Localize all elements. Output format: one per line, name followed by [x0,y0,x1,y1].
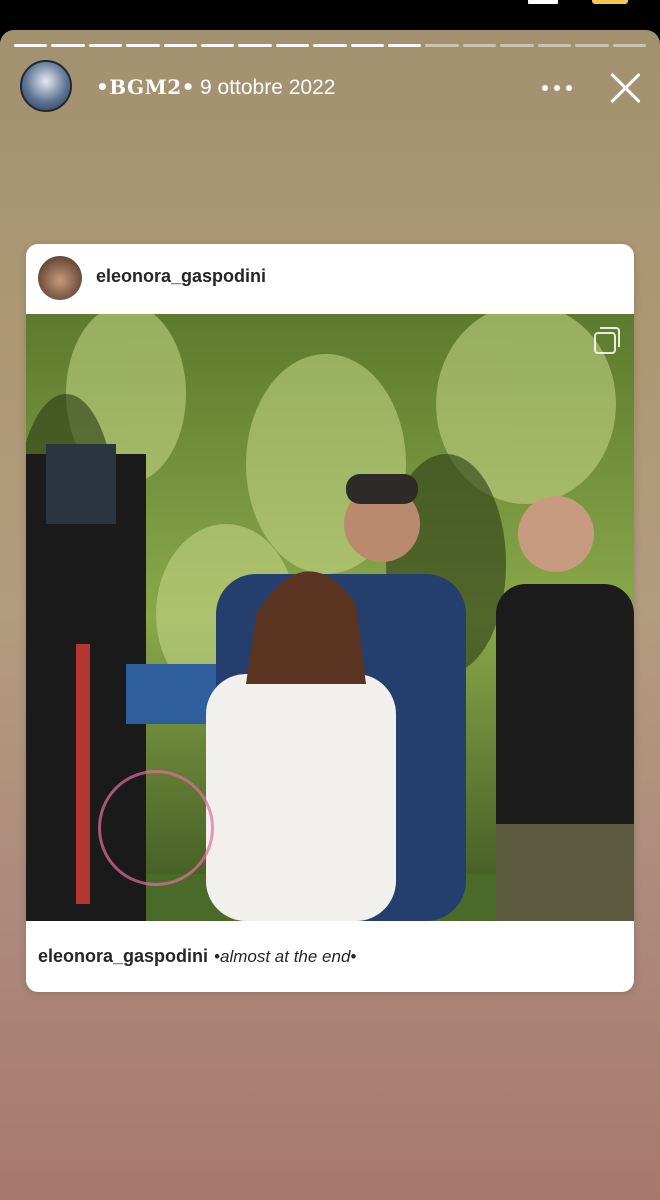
progress-segment [201,44,235,47]
signal-icon [528,0,558,4]
story-date: 9 ottobre 2022 [200,76,336,99]
progress-segment [575,44,609,47]
status-bar [0,0,660,30]
progress-segment [313,44,347,47]
progress-segment [612,44,646,47]
progress-segment [14,44,48,47]
progress-segment [238,44,272,47]
post-caption: eleonora_gaspodini •almost at the end• [38,946,356,967]
story-account-name[interactable]: •BGM2• [96,75,195,99]
progress-segment [163,44,198,47]
story-progress-bar [14,44,646,47]
post-author-avatar[interactable] [38,256,82,300]
caption-username[interactable]: eleonora_gaspodini [38,946,208,966]
more-icon[interactable] [542,82,574,94]
progress-segment [275,44,310,47]
status-icons [508,0,628,6]
progress-segment [462,44,497,47]
post-photo[interactable] [26,314,634,921]
progress-segment [388,44,422,47]
caption-text: •almost at the end• [214,947,357,966]
progress-segment [537,44,572,47]
post-author-username[interactable]: eleonora_gaspodini [96,266,266,287]
progress-segment [126,44,160,47]
post-header: eleonora_gaspodini [26,244,634,314]
watermark-logo [98,770,214,886]
progress-segment [88,44,123,47]
carousel-icon [594,327,620,354]
progress-segment [425,44,459,47]
battery-icon [592,0,628,4]
close-icon[interactable] [604,66,648,110]
progress-segment [51,44,85,47]
story-viewer[interactable]: •BGM2• 9 ottobre 2022 eleonora_gaspodini [0,30,660,1200]
story-account-avatar[interactable] [20,60,72,112]
shared-post-card[interactable]: eleonora_gaspodini eleonora_gaspodini •a… [26,244,634,992]
progress-segment [500,44,534,47]
progress-segment [350,44,385,47]
